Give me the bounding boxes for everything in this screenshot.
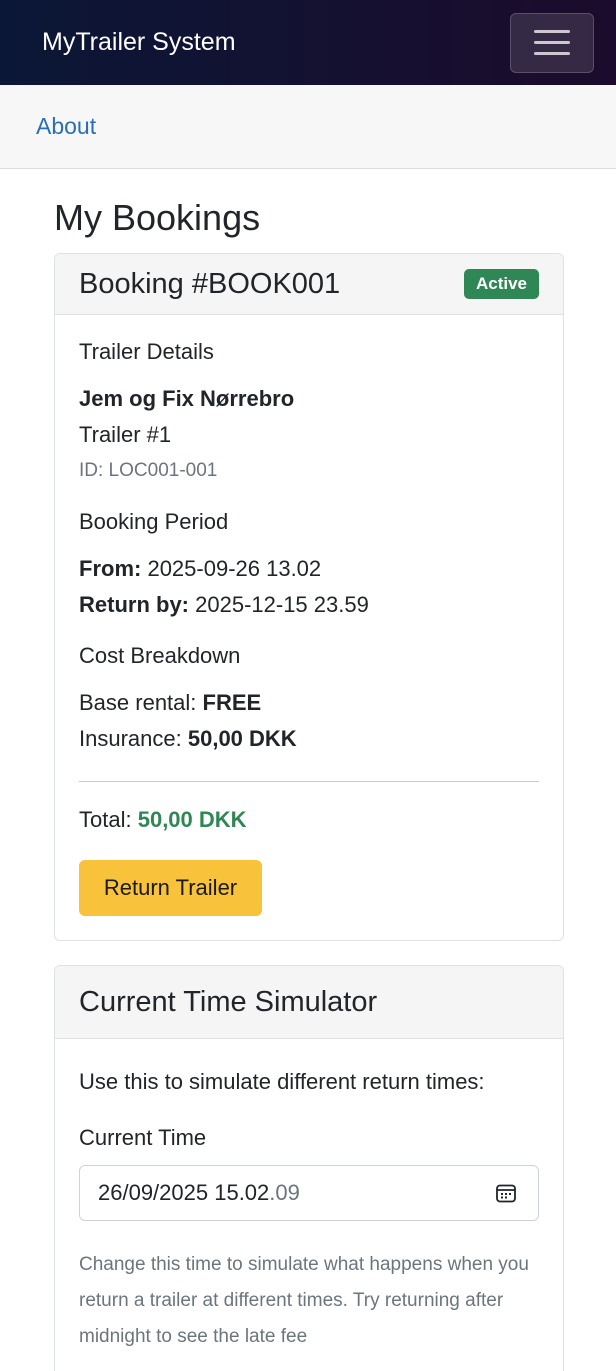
sub-navigation: About [0,85,616,169]
insurance-label: Insurance: [79,726,182,751]
time-simulator-title: Current Time Simulator [79,985,378,1018]
total-value: 50,00 DKK [137,807,247,832]
booking-card: Booking #BOOK001 Active Trailer Details … [54,253,564,941]
insurance-value: 50,00 DKK [187,726,297,751]
booking-title: Booking #BOOK001 [79,267,341,300]
menu-toggle-button[interactable] [510,12,594,73]
return-by-row: Return by: 2025-12-15 23.59 [79,587,539,623]
total-row: Total: 50,00 DKK [79,802,539,838]
time-simulator-card: Current Time Simulator Use this to simul… [54,965,564,1371]
top-navbar: MyTrailer System [0,0,616,85]
return-trailer-button[interactable]: Return Trailer [79,860,262,916]
brand-title[interactable]: MyTrailer System [42,28,236,57]
base-rental-value: FREE [202,690,262,715]
status-badge: Active [463,269,539,299]
trailer-details-heading: Trailer Details [79,339,214,364]
base-rental-row: Base rental: FREE [79,685,539,721]
current-time-main: 26/09/2025 15.02 [98,1180,270,1205]
calendar-icon[interactable] [494,1181,518,1205]
trailer-location: Jem og Fix Nørrebro [79,386,295,411]
cost-breakdown-heading: Cost Breakdown [79,643,241,668]
hamburger-icon [534,52,570,55]
cost-divider [79,781,539,782]
simulator-help-text: Change this time to simulate what happen… [79,1254,529,1347]
time-simulator-body: Use this to simulate different return ti… [55,1039,563,1371]
booking-period-heading: Booking Period [79,509,229,534]
current-time-label: Current Time [79,1125,207,1150]
simulator-description: Use this to simulate different return ti… [79,1069,485,1094]
current-time-input[interactable]: 26/09/2025 15.02.09 [79,1165,539,1221]
from-row: From: 2025-09-26 13.02 [79,551,539,587]
hamburger-icon [534,41,570,44]
return-by-value: 2025-12-15 23.59 [195,592,369,617]
about-link[interactable]: About [36,113,96,140]
current-time-seconds: 09 [275,1180,300,1205]
total-label: Total: [79,807,132,832]
from-value: 2025-09-26 13.02 [147,556,322,581]
hamburger-icon [534,30,570,33]
trailer-id: ID: LOC001-001 [79,460,218,481]
insurance-row: Insurance: 50,00 DKK [79,721,539,757]
current-time-value: 26/09/2025 15.02.09 [98,1180,300,1205]
return-by-label: Return by: [79,592,189,617]
main-content: My Bookings Booking #BOOK001 Active Trai… [0,197,616,1371]
booking-card-header: Booking #BOOK001 Active [55,254,563,315]
booking-card-body: Trailer Details Jem og Fix Nørrebro Trai… [55,315,563,940]
time-simulator-header: Current Time Simulator [55,966,563,1039]
page-title: My Bookings [54,197,261,238]
base-rental-label: Base rental: [79,690,197,715]
trailer-number: Trailer #1 [79,422,172,447]
from-label: From: [79,556,142,581]
